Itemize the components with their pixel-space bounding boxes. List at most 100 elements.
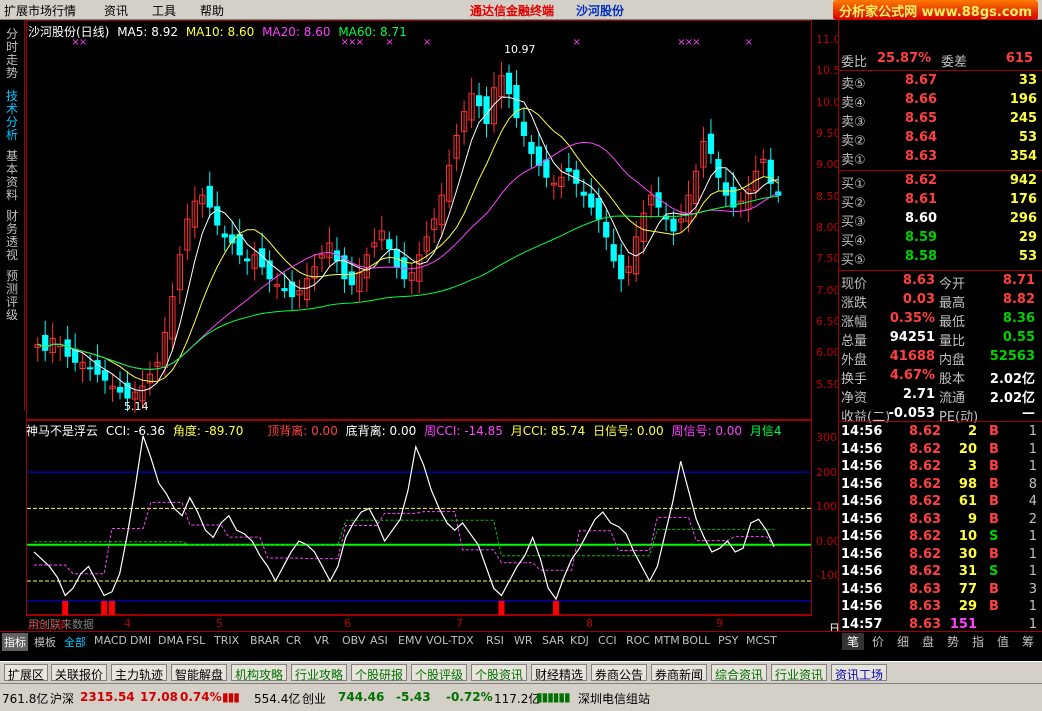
nav-button[interactable]: 智能解盘 — [171, 664, 228, 682]
stat-label: 股本 — [939, 372, 966, 387]
tab-intraday[interactable]: 分时走势 — [3, 28, 21, 80]
chart-area[interactable]: × × × × × × × × × × × × 沙河股份(日线) MA5: 8.92 MA10: 8.… — [26, 20, 851, 635]
indicator-tab-[interactable]: 全部 — [62, 633, 88, 651]
nav-button[interactable]: 行业攻略 — [291, 664, 348, 682]
indicator-tab-roc[interactable]: ROC — [624, 633, 652, 648]
ask-volume: 53 — [1018, 130, 1037, 145]
nav-button[interactable]: 主力轨迹 — [111, 664, 168, 682]
indicator-tab-emv[interactable]: EMV — [396, 633, 424, 648]
bid-row[interactable]: 买③ 8.60 296 — [841, 210, 1039, 230]
stat-value: 8.71 — [1002, 273, 1035, 288]
indicator-tab-cr[interactable]: CR — [284, 633, 303, 648]
stat-row: 收益(二) -0.053 PE(动) — — [841, 405, 1039, 425]
candle-body — [116, 386, 124, 393]
bid-row[interactable]: 买① 8.62 942 — [841, 172, 1039, 192]
indicator-tab-mcst[interactable]: MCST — [744, 633, 779, 648]
indicator-tab-trix[interactable]: TRIX — [212, 633, 241, 648]
ask-row[interactable]: 卖③ 8.65 245 — [841, 110, 1039, 130]
indicator-tab-[interactable]: 指标 — [2, 633, 28, 651]
nav-button[interactable]: 行业资讯 — [771, 664, 828, 682]
candle-body — [236, 233, 243, 256]
buy-signal-bar — [108, 600, 115, 615]
right-tab[interactable]: 盘 — [917, 633, 939, 650]
menu-extended-market[interactable]: 扩展市场行情 — [4, 2, 76, 19]
stat-value: — — [1022, 406, 1035, 421]
bid-volume: 942 — [1009, 173, 1037, 188]
ma20-line — [37, 141, 779, 370]
stat-label: 换手 — [841, 372, 868, 387]
stat-value: 0.55 — [1002, 330, 1035, 345]
indicator-tab-dma[interactable]: DMA — [156, 633, 186, 648]
nav-button[interactable]: 资讯工场 — [831, 664, 888, 682]
ask-row[interactable]: 卖⑤ 8.67 33 — [841, 72, 1039, 92]
indicator-tab-asi[interactable]: ASI — [368, 633, 390, 648]
right-tab[interactable]: 筹 — [1017, 633, 1039, 650]
indicator-tab-boll[interactable]: BOLL — [680, 633, 712, 648]
indicator-tab-dmi[interactable]: DMI — [128, 633, 153, 648]
nav-button[interactable]: 个股研报 — [351, 664, 408, 682]
tick-row: 14:56 8.62 30 B 1 — [841, 546, 1039, 563]
tick-row: 14:56 8.62 10 S 1 — [841, 528, 1039, 545]
candle-body — [528, 141, 535, 154]
bid-row[interactable]: 买⑤ 8.58 53 — [841, 248, 1039, 268]
chart-canvas[interactable]: × × × × × × × × × × × × — [26, 20, 812, 631]
tick-side: B — [989, 459, 999, 474]
bid-price: 8.60 — [905, 211, 938, 226]
stat-label: 最低 — [939, 315, 966, 330]
right-tab[interactable]: 指 — [967, 633, 989, 650]
server-name[interactable]: 深圳电信组站 — [578, 690, 650, 707]
indicator-tab-sar[interactable]: SAR — [540, 633, 566, 648]
indicator-tab-vr[interactable]: VR — [312, 633, 331, 648]
tick-volume: 3 — [967, 459, 977, 474]
ask-row[interactable]: 卖④ 8.66 196 — [841, 91, 1039, 111]
top-divergence: 顶背离: 0.00 — [267, 424, 338, 438]
indicator-tab-psy[interactable]: PSY — [716, 633, 740, 648]
candle-body — [42, 334, 49, 351]
stat-row: 换手 4.67% 股本 2.02亿 — [841, 367, 1039, 387]
candle-body — [206, 185, 213, 208]
menu-help[interactable]: 帮助 — [200, 2, 224, 19]
tick-time: 14:56 — [841, 424, 883, 439]
right-tab[interactable]: 值 — [992, 633, 1014, 650]
right-tab[interactable]: 细 — [892, 633, 914, 650]
indicator-tab-obv[interactable]: OBV — [340, 633, 367, 648]
indicator-tab-cci[interactable]: CCI — [596, 633, 619, 648]
stock-title: 沙河股份 — [576, 4, 625, 18]
nav-button[interactable]: 综合资讯 — [711, 664, 768, 682]
nav-button[interactable]: 机构攻略 — [231, 664, 288, 682]
indicator-tab-voltdx[interactable]: VOL-TDX — [424, 633, 476, 648]
nav-button[interactable]: 个股资讯 — [471, 664, 528, 682]
right-tab[interactable]: 势 — [942, 633, 964, 650]
tick-count: 1 — [1028, 424, 1037, 439]
menu-tools[interactable]: 工具 — [152, 2, 176, 19]
indicator-tab-fsl[interactable]: FSL — [184, 633, 207, 648]
nav-button[interactable]: 财经精选 — [531, 664, 588, 682]
indicator-tab-wr[interactable]: WR — [512, 633, 535, 648]
bid-row[interactable]: 买② 8.61 176 — [841, 191, 1039, 211]
indicator-tab-rsi[interactable]: RSI — [484, 633, 506, 648]
right-tab[interactable]: 价 — [867, 633, 889, 650]
bid-row[interactable]: 买④ 8.59 29 — [841, 229, 1039, 249]
menu-news[interactable]: 资讯 — [104, 2, 128, 19]
tick-price: 8.62 — [909, 459, 942, 474]
ask-row[interactable]: 卖② 8.64 53 — [841, 129, 1039, 149]
indicator-tab-brar[interactable]: BRAR — [248, 633, 282, 648]
indicator-tab-[interactable]: 模板 — [32, 633, 58, 651]
indicator-tab-macd[interactable]: MACD — [92, 633, 129, 648]
nav-button[interactable]: 券商新闻 — [651, 664, 708, 682]
stat-row: 净资 2.71 流通 2.02亿 — [841, 386, 1039, 406]
tab-technical[interactable]: 技术分析 — [3, 90, 21, 142]
indicator-tab-kdj[interactable]: KDJ — [568, 633, 591, 648]
right-tab[interactable]: 笔 — [842, 633, 864, 650]
indicator-tab-mtm[interactable]: MTM — [652, 633, 682, 648]
nav-button[interactable]: 扩展区 — [4, 664, 49, 682]
tab-financials[interactable]: 财务透视 — [3, 210, 21, 262]
tab-fundamentals[interactable]: 基本资料 — [3, 150, 21, 202]
tick-price: 8.62 — [909, 476, 942, 492]
tab-ratings[interactable]: 预测评级 — [3, 270, 21, 322]
nav-button[interactable]: 关联报价 — [51, 664, 108, 682]
stat-label: 总量 — [841, 334, 868, 349]
nav-button[interactable]: 券商公告 — [591, 664, 648, 682]
nav-button[interactable]: 个股评级 — [411, 664, 468, 682]
ask-row[interactable]: 卖① 8.63 354 — [841, 148, 1039, 168]
